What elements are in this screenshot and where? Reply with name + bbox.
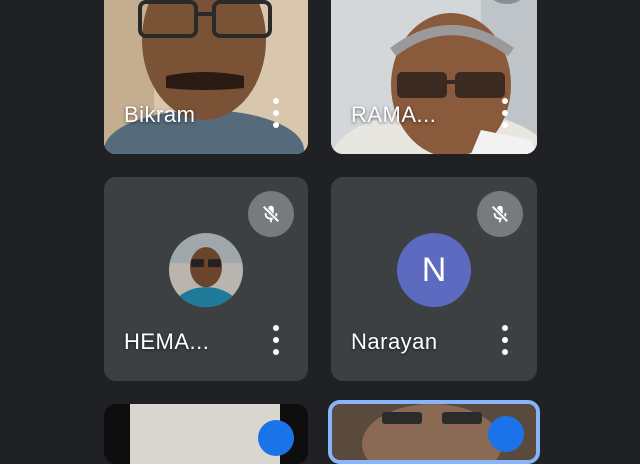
participant-tile-5[interactable] [104,404,308,464]
participant-tile-hema[interactable]: HEMA... [104,177,308,381]
participant-video [331,0,537,154]
mic-off-icon [491,205,509,223]
participant-avatar [169,233,243,308]
participant-avatar: N [397,233,471,308]
participant-tile-narayan[interactable]: N Narayan [331,177,537,381]
more-options-button[interactable] [501,323,509,357]
participant-tile-bikram[interactable]: Bikram [104,0,308,154]
speaking-indicator [258,420,294,456]
mic-off-indicator [248,191,294,237]
more-options-button[interactable] [272,96,280,130]
more-options-button[interactable] [501,96,509,130]
participant-name: Narayan [351,329,438,354]
participant-name: Bikram [124,102,196,127]
more-vert-icon [502,325,508,331]
participant-name: HEMA... [124,329,210,354]
participant-video [104,0,308,154]
more-vert-icon [273,98,279,104]
participant-tile-rama[interactable]: RAMA... [331,0,537,154]
more-vert-icon [273,325,279,331]
speaking-indicator [488,416,524,452]
mic-off-icon [262,205,280,223]
mic-off-indicator [477,191,523,237]
participant-tile-6-active[interactable] [328,400,540,464]
participant-name: RAMA... [351,102,437,127]
more-vert-icon [502,98,508,104]
more-options-button[interactable] [272,323,280,357]
